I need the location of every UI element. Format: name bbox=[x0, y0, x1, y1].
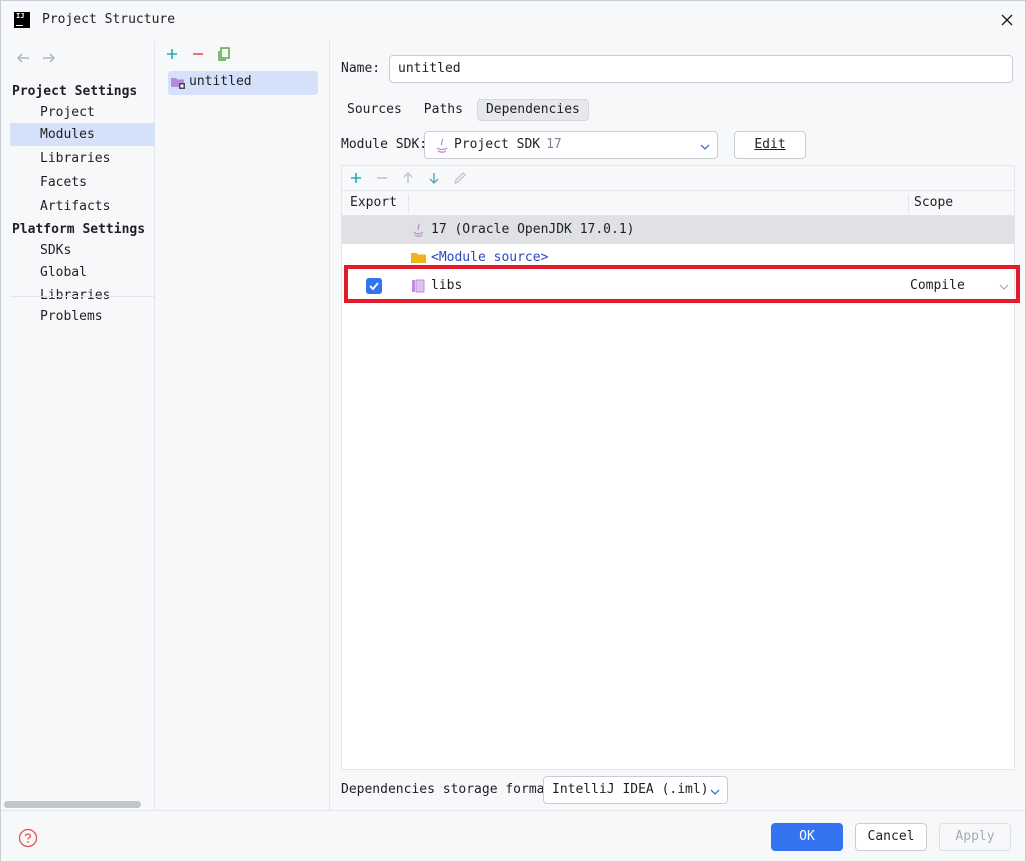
module-sdk-label: Module SDK: bbox=[341, 137, 428, 152]
close-icon[interactable] bbox=[998, 11, 1016, 29]
nav-item-problems[interactable]: Problems bbox=[10, 305, 155, 328]
tab-dependencies[interactable]: Dependencies bbox=[476, 99, 589, 121]
export-column-header: Export bbox=[350, 195, 397, 210]
table-row-module-source[interactable]: <Module source> bbox=[342, 244, 1014, 272]
nav-item-facets[interactable]: Facets bbox=[10, 171, 155, 194]
modules-panel: untitled bbox=[156, 41, 330, 810]
column-divider bbox=[408, 194, 409, 213]
dependencies-header: Export Scope bbox=[342, 191, 1014, 216]
dependency-name: <Module source> bbox=[431, 250, 549, 265]
table-row-jdk[interactable]: 17 (Oracle OpenJDK 17.0.1) bbox=[342, 216, 1014, 244]
tab-sources[interactable]: Sources bbox=[339, 99, 410, 121]
module-item-untitled[interactable]: untitled bbox=[168, 71, 318, 95]
chevron-down-icon bbox=[999, 284, 1009, 290]
java-sdk-icon bbox=[413, 223, 424, 237]
nav-divider bbox=[10, 296, 155, 297]
nav-item-project[interactable]: Project bbox=[10, 101, 155, 124]
add-module-icon[interactable] bbox=[164, 46, 180, 62]
add-dependency-icon[interactable] bbox=[348, 170, 364, 186]
help-icon[interactable] bbox=[18, 828, 38, 848]
forward-arrow-icon[interactable] bbox=[41, 51, 57, 65]
dependency-name: 17 (Oracle OpenJDK 17.0.1) bbox=[431, 222, 635, 237]
storage-format-select[interactable]: IntelliJ IDEA (.iml) bbox=[543, 776, 728, 804]
module-settings-panel: Name: untitled Sources Paths Dependencie… bbox=[331, 41, 1025, 810]
nav-horizontal-scrollbar[interactable] bbox=[4, 801, 141, 808]
ok-button[interactable]: OK bbox=[771, 823, 843, 851]
move-down-icon[interactable] bbox=[426, 170, 442, 186]
scope-column-header: Scope bbox=[914, 195, 954, 210]
nav-item-modules[interactable]: Modules bbox=[10, 123, 155, 146]
nav-item-global-libraries[interactable]: Global Libraries bbox=[10, 261, 155, 303]
scope-value: Compile bbox=[910, 278, 965, 293]
dependencies-toolbar bbox=[342, 166, 1014, 191]
apply-button[interactable]: Apply bbox=[939, 823, 1011, 851]
window-title: Project Structure bbox=[42, 12, 176, 27]
module-name-input[interactable]: untitled bbox=[389, 55, 1013, 83]
chevron-down-icon bbox=[700, 144, 710, 150]
cancel-button[interactable]: Cancel bbox=[855, 823, 927, 851]
move-up-icon[interactable] bbox=[400, 170, 416, 186]
library-icon bbox=[412, 279, 425, 293]
title-bar: IJ Project Structure bbox=[1, 1, 1025, 41]
scope-select[interactable]: Compile bbox=[908, 272, 1014, 300]
tab-paths[interactable]: Paths bbox=[416, 99, 471, 121]
module-sdk-select[interactable]: Project SDK 17 bbox=[424, 131, 718, 159]
java-sdk-icon bbox=[436, 138, 448, 153]
edit-dependency-icon[interactable] bbox=[452, 170, 468, 186]
nav-item-sdks[interactable]: SDKs bbox=[10, 239, 155, 262]
module-name: untitled bbox=[189, 74, 252, 89]
dependency-name: libs bbox=[431, 278, 463, 293]
storage-format-label: Dependencies storage format: bbox=[341, 782, 561, 797]
remove-module-icon[interactable] bbox=[190, 46, 206, 62]
nav-section-platform-settings: Platform Settings bbox=[12, 222, 146, 237]
export-checkbox[interactable] bbox=[366, 278, 382, 294]
storage-format-value: IntelliJ IDEA (.iml) bbox=[552, 782, 709, 797]
back-arrow-icon[interactable] bbox=[15, 51, 31, 65]
module-tabs: Sources Paths Dependencies bbox=[339, 99, 589, 121]
settings-nav: Project Settings Project Modules Librari… bbox=[1, 41, 155, 810]
chevron-down-icon bbox=[710, 789, 720, 795]
dialog-footer: OK Cancel Apply bbox=[1, 810, 1025, 861]
intellij-app-icon: IJ bbox=[14, 12, 30, 28]
copy-module-icon[interactable] bbox=[216, 46, 232, 62]
nav-item-artifacts[interactable]: Artifacts bbox=[10, 195, 155, 218]
module-sdk-version: 17 bbox=[546, 137, 562, 152]
module-folder-icon bbox=[171, 78, 185, 89]
name-label: Name: bbox=[341, 61, 381, 76]
module-sdk-value: Project SDK bbox=[454, 137, 541, 152]
column-divider bbox=[908, 194, 909, 213]
nav-item-libraries[interactable]: Libraries bbox=[10, 147, 155, 170]
table-row-libs[interactable]: libs Compile bbox=[342, 272, 1014, 300]
remove-dependency-icon[interactable] bbox=[374, 170, 390, 186]
project-structure-dialog: IJ Project Structure Project Settings Pr… bbox=[0, 0, 1026, 861]
folder-icon bbox=[411, 253, 426, 263]
edit-sdk-button[interactable]: Edit bbox=[734, 131, 806, 159]
nav-section-project-settings: Project Settings bbox=[12, 84, 138, 99]
dependencies-table: Export Scope 17 (Oracle OpenJDK 17.0.1) … bbox=[341, 165, 1015, 770]
